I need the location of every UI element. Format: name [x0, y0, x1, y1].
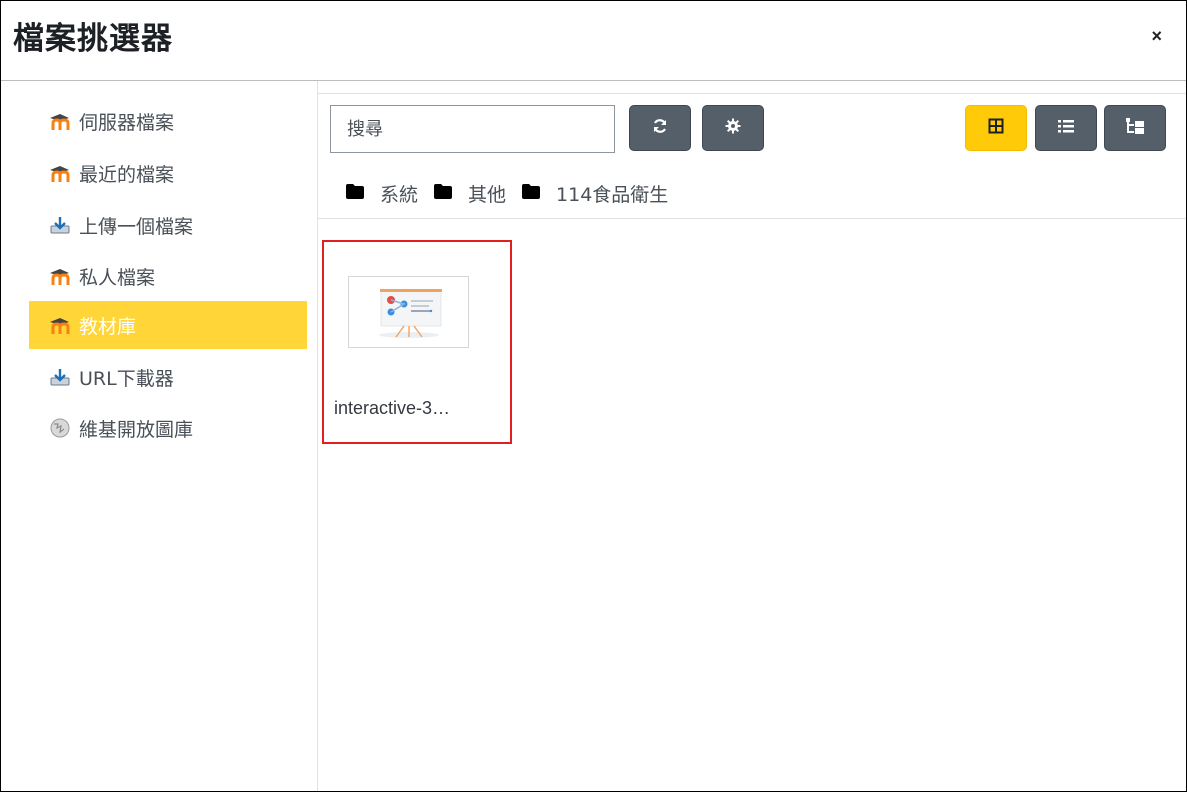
breadcrumb-label: 114食品衛生: [556, 183, 669, 206]
presentation-icon: [349, 289, 468, 351]
sidebar-item-label: 伺服器檔案: [79, 111, 175, 134]
sidebar-item-wikimedia[interactable]: 維基開放圖庫: [29, 404, 307, 452]
sidebar-item-content-bank[interactable]: 教材庫: [29, 301, 307, 349]
sidebar-item-server-files[interactable]: 伺服器檔案: [29, 97, 307, 145]
file-name: interactive-3…: [334, 398, 451, 418]
sidebar-item-url-downloader[interactable]: URL下載器: [29, 353, 307, 401]
sidebar-item-recent-files[interactable]: 最近的檔案: [29, 149, 307, 197]
folder-icon: [346, 182, 364, 204]
gear-icon: [725, 118, 741, 139]
repository-sidebar: 伺服器檔案 最近的檔案 上傳一個檔案 私人檔案 教材庫 URL下載器 維基開放圖…: [1, 81, 318, 791]
tree-view-button[interactable]: [1104, 105, 1166, 151]
sidebar-item-private-files[interactable]: 私人檔案: [29, 252, 307, 300]
file-item[interactable]: interactive-3…: [322, 240, 512, 444]
icons-view-button[interactable]: [965, 105, 1027, 151]
search-input[interactable]: [330, 105, 615, 153]
content-divider: [318, 218, 1186, 219]
breadcrumb-label: 其他: [468, 183, 507, 206]
folder-icon: [522, 182, 541, 204]
wikimedia-icon: [49, 418, 71, 438]
breadcrumb: 系統 其他 114食品衛生: [346, 179, 684, 207]
sidebar-item-label: 教材庫: [79, 315, 137, 338]
sidebar-item-label: 最近的檔案: [79, 163, 175, 186]
sidebar-item-upload-file[interactable]: 上傳一個檔案: [29, 201, 307, 249]
settings-button[interactable]: [702, 105, 764, 151]
sidebar-item-label: 上傳一個檔案: [79, 215, 194, 238]
moodle-icon: [49, 266, 71, 286]
folder-icon: [434, 182, 453, 204]
upload-icon: [49, 215, 71, 235]
sidebar-item-label: 私人檔案: [79, 266, 156, 289]
grid-icon: [988, 118, 1004, 139]
breadcrumb-label: 系統: [380, 183, 419, 206]
folder-tree-icon: [1125, 117, 1145, 140]
refresh-icon: [652, 118, 668, 139]
moodle-icon: [49, 111, 71, 131]
list-view-button[interactable]: [1035, 105, 1097, 151]
file-picker-dialog: 檔案挑選器 × 伺服器檔案 最近的檔案 上傳一個檔案 私人檔案 教材庫 URL下…: [0, 0, 1187, 792]
file-thumbnail: [348, 276, 469, 348]
list-icon: [1057, 118, 1075, 139]
close-button[interactable]: ×: [1151, 26, 1162, 47]
toolbar-divider: [318, 93, 1186, 94]
sidebar-item-label: URL下載器: [79, 367, 174, 390]
breadcrumb-item[interactable]: 114食品衛生: [522, 180, 668, 207]
breadcrumb-item[interactable]: 其他: [434, 180, 506, 207]
url-download-icon: [49, 367, 71, 387]
dialog-header: 檔案挑選器 ×: [1, 1, 1186, 81]
moodle-icon: [49, 315, 71, 335]
dialog-title: 檔案挑選器: [13, 21, 173, 57]
file-browser-panel: 系統 其他 114食品衛生: [318, 93, 1186, 791]
sidebar-item-label: 維基開放圖庫: [79, 418, 194, 441]
refresh-button[interactable]: [629, 105, 691, 151]
moodle-icon: [49, 163, 71, 183]
breadcrumb-item[interactable]: 系統: [346, 180, 418, 207]
